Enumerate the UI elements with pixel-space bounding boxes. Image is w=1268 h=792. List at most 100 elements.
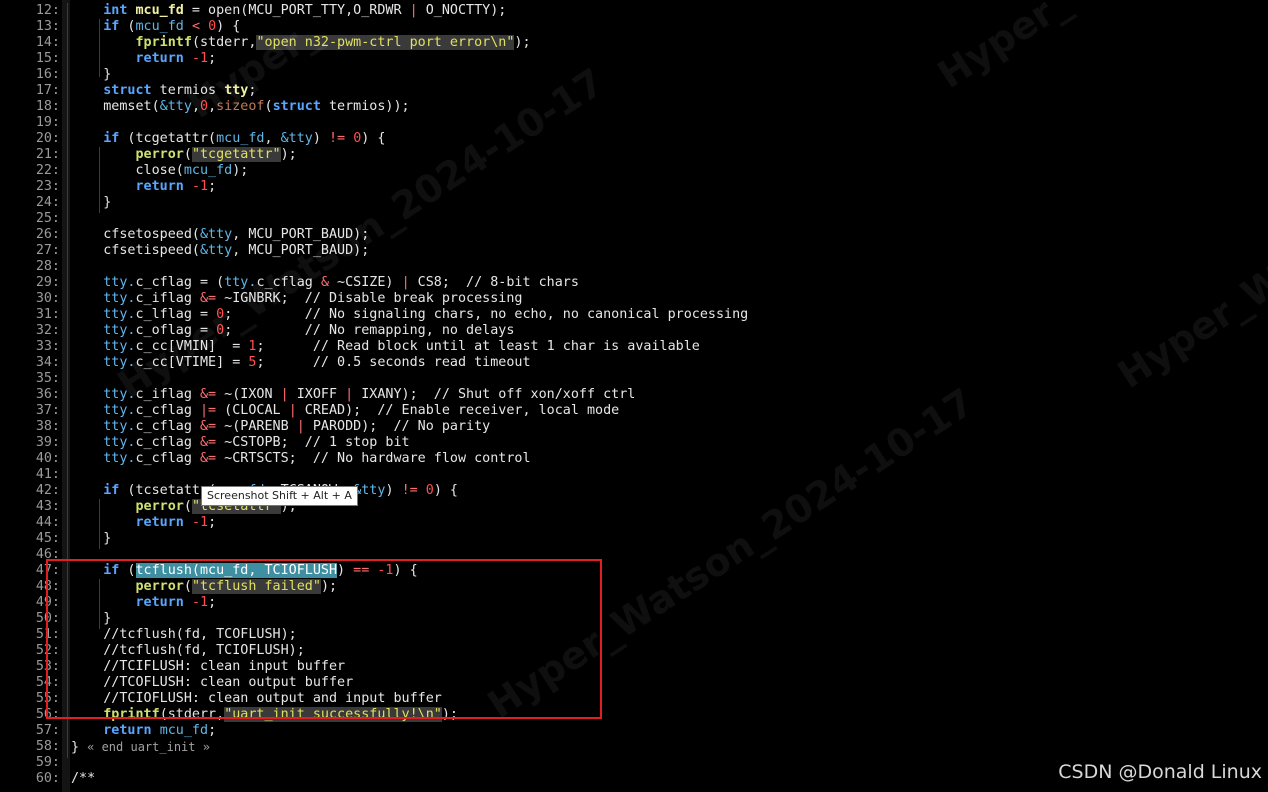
code-text[interactable]: tty.c_lflag = 0; // No signaling chars, … bbox=[71, 307, 748, 323]
code-token: ( bbox=[264, 99, 273, 114]
code-line[interactable]: 39: tty.c_cflag &= ~CSTOPB; // 1 stop bi… bbox=[0, 435, 1268, 451]
code-token: ; // 0.5 seconds read timeout bbox=[256, 355, 531, 370]
code-token: tty. bbox=[103, 451, 136, 466]
code-text[interactable]: return -1; bbox=[71, 179, 217, 195]
code-token: if bbox=[103, 483, 120, 498]
code-token: , bbox=[264, 131, 281, 146]
code-token: « end uart_init » bbox=[87, 740, 210, 754]
line-number: 29: bbox=[35, 275, 60, 290]
code-line[interactable]: 14: fprintf(stderr,"open n32-pwm-ctrl po… bbox=[0, 35, 1268, 51]
line-number: 26: bbox=[35, 227, 60, 242]
code-line[interactable]: 16: } bbox=[0, 67, 1268, 83]
line-number: 13: bbox=[35, 19, 60, 34]
line-number: 59: bbox=[35, 755, 60, 770]
code-line[interactable]: 43: perror("tcsetattr"); bbox=[0, 499, 1268, 515]
code-text[interactable]: } bbox=[71, 67, 111, 83]
code-text[interactable]: tty.c_cflag &= ~CSTOPB; // 1 stop bit bbox=[71, 435, 410, 451]
code-line[interactable]: 35: bbox=[0, 371, 1268, 387]
line-number: 23: bbox=[35, 179, 60, 194]
code-token: ) bbox=[312, 131, 329, 146]
line-number: 16: bbox=[35, 67, 60, 82]
code-text[interactable]: } « end uart_init » bbox=[71, 739, 210, 756]
code-token: return bbox=[135, 179, 184, 194]
code-line[interactable]: 22: close(mcu_fd); bbox=[0, 163, 1268, 179]
code-line[interactable]: 45: } bbox=[0, 531, 1268, 547]
code-line[interactable]: 40: tty.c_cflag &= ~CRTSCTS; // No hardw… bbox=[0, 451, 1268, 467]
code-token: | bbox=[401, 275, 410, 290]
code-token: IXOFF bbox=[288, 387, 346, 402]
code-line[interactable]: 44: return -1; bbox=[0, 515, 1268, 531]
line-number: 32: bbox=[35, 323, 60, 338]
code-line[interactable]: 19: bbox=[0, 115, 1268, 131]
code-text[interactable]: int mcu_fd = open(MCU_PORT_TTY,O_RDWR | … bbox=[71, 3, 506, 19]
code-token: != bbox=[401, 483, 418, 498]
code-line[interactable]: 25: bbox=[0, 211, 1268, 227]
code-line[interactable]: 38: tty.c_cflag &= ~(PARENB | PARODD); /… bbox=[0, 419, 1268, 435]
code-token: ~CSTOPB; // 1 stop bit bbox=[216, 435, 410, 450]
code-line[interactable]: 28: bbox=[0, 259, 1268, 275]
code-token: ( bbox=[183, 147, 192, 162]
code-line[interactable]: 21: perror("tcgetattr"); bbox=[0, 147, 1268, 163]
code-text[interactable]: tty.c_cflag &= ~CRTSCTS; // No hardware … bbox=[71, 451, 531, 467]
code-line[interactable]: 57: return mcu_fd; bbox=[0, 723, 1268, 739]
code-line[interactable]: 20: if (tcgetattr(mcu_fd, &tty) != 0) { bbox=[0, 131, 1268, 147]
line-number: 15: bbox=[35, 51, 60, 66]
code-token: ); bbox=[280, 147, 297, 162]
code-token: -1 bbox=[191, 51, 209, 66]
code-token: mcu_fd bbox=[159, 723, 209, 738]
line-number: 34: bbox=[35, 355, 60, 370]
csdn-watermark: CSDN @Donald Linux bbox=[1058, 761, 1262, 783]
code-line[interactable]: 26: cfsetospeed(&tty, MCU_PORT_BAUD); bbox=[0, 227, 1268, 243]
code-token: c_cflag bbox=[135, 403, 200, 418]
code-text[interactable]: } bbox=[71, 531, 111, 547]
code-line[interactable]: 36: tty.c_iflag &= ~(IXON | IXOFF | IXAN… bbox=[0, 387, 1268, 403]
code-text[interactable]: return -1; bbox=[71, 51, 217, 67]
code-text[interactable]: perror("tcgetattr"); bbox=[71, 147, 297, 163]
code-line[interactable]: 30: tty.c_iflag &= ~IGNBRK; // Disable b… bbox=[0, 291, 1268, 307]
code-token: tty. bbox=[103, 307, 136, 322]
line-number: 44: bbox=[35, 515, 60, 530]
code-text[interactable]: return -1; bbox=[71, 515, 217, 531]
code-text[interactable]: if (tcgetattr(mcu_fd, &tty) != 0) { bbox=[71, 131, 385, 147]
code-line[interactable]: 29: tty.c_cflag = (tty.c_cflag & ~CSIZE)… bbox=[0, 275, 1268, 291]
code-line[interactable]: 42: if (tcsetattr(mcu_fd, TCSANOW, &tty)… bbox=[0, 483, 1268, 499]
line-number: 19: bbox=[35, 115, 60, 130]
code-text[interactable]: return mcu_fd; bbox=[71, 723, 216, 739]
code-line[interactable]: 37: tty.c_cflag |= (CLOCAL | CREAD); // … bbox=[0, 403, 1268, 419]
code-token: < bbox=[191, 19, 200, 34]
code-line[interactable]: 15: return -1; bbox=[0, 51, 1268, 67]
code-line[interactable]: 23: return -1; bbox=[0, 179, 1268, 195]
code-text[interactable]: /** bbox=[71, 771, 95, 787]
code-token: tty. bbox=[103, 275, 136, 290]
code-token: ~(PARENB bbox=[216, 419, 297, 434]
code-text[interactable]: } bbox=[71, 195, 111, 211]
code-token: c_iflag bbox=[135, 291, 200, 306]
code-token: close( bbox=[71, 163, 184, 178]
code-line[interactable]: 58:} « end uart_init » bbox=[0, 739, 1268, 755]
line-number: 36: bbox=[35, 387, 60, 402]
code-token: /** bbox=[71, 771, 96, 786]
code-token: mcu_fd bbox=[216, 131, 265, 146]
code-text[interactable]: if (mcu_fd < 0) { bbox=[71, 19, 240, 35]
code-line[interactable]: 41: bbox=[0, 467, 1268, 483]
code-token: CREAD); // Enable receiver, local mode bbox=[296, 403, 620, 418]
code-text[interactable]: close(mcu_fd); bbox=[71, 163, 248, 179]
code-line[interactable]: 13: if (mcu_fd < 0) { bbox=[0, 19, 1268, 35]
code-token: ~CRTSCTS; // No hardware flow control bbox=[216, 451, 531, 466]
code-line[interactable]: 12: int mcu_fd = open(MCU_PORT_TTY,O_RDW… bbox=[0, 3, 1268, 19]
code-line[interactable]: 24: } bbox=[0, 195, 1268, 211]
code-text[interactable]: tty.c_oflag = 0; // No remapping, no del… bbox=[71, 323, 514, 339]
code-line[interactable]: 27: cfsetispeed(&tty, MCU_PORT_BAUD); bbox=[0, 243, 1268, 259]
code-text[interactable]: tty.c_cflag &= ~(PARENB | PARODD); // No… bbox=[71, 419, 490, 435]
code-token: ; bbox=[208, 723, 217, 738]
code-text[interactable]: tty.c_cflag |= (CLOCAL | CREAD); // Enab… bbox=[71, 403, 619, 419]
